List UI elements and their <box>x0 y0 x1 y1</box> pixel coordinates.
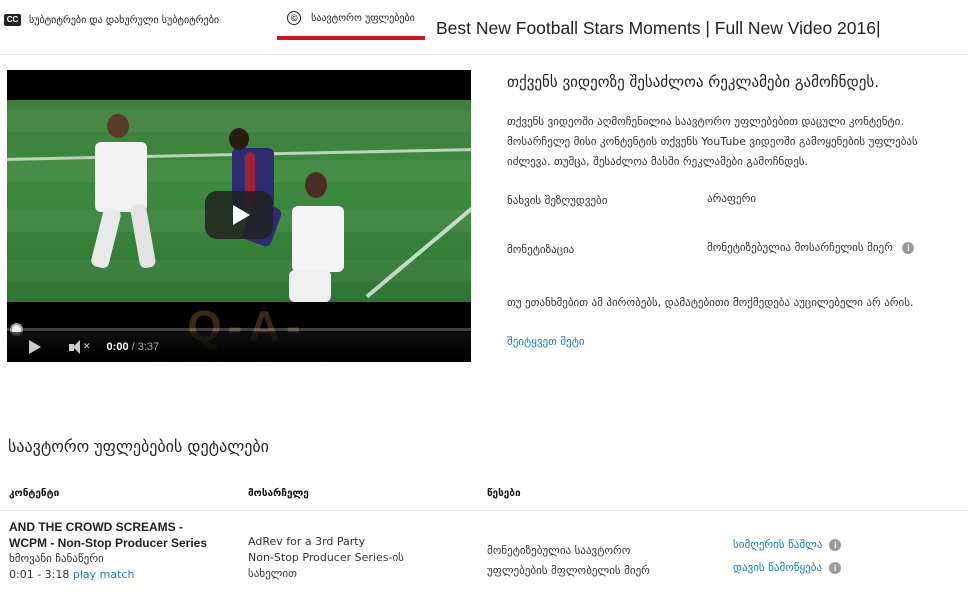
tab-subtitles[interactable]: CC სუბტიტრები და დახურული სუბტიტრები <box>4 0 219 40</box>
content-title: AND THE CROWD SCREAMS - WCPM - Non-Stop … <box>9 520 208 550</box>
restrictions-value: არაფერი <box>707 192 757 205</box>
column-header-claimant: მოსარჩელე <box>248 488 309 499</box>
table-divider <box>0 510 968 511</box>
learn-more-link[interactable]: შეიტყვეთ მეტი <box>507 335 585 348</box>
large-play-button[interactable] <box>205 191 273 239</box>
monetization-value: მონეტიზებულია მოსარჩელის მიერ <box>707 241 893 254</box>
play-match-link[interactable]: play match <box>73 568 135 581</box>
info-icon[interactable]: i <box>829 538 842 551</box>
copyright-details-heading: საავტორო უფლებების დეტალები <box>8 437 269 456</box>
claimant-on-behalf: Non-Stop Producer Series-ის სახელით <box>248 551 404 580</box>
agree-text: თუ ეთანხმებით ამ პირობებს, დამატებითი მო… <box>507 296 914 309</box>
table-row-claimant: AdRev for a 3rd Party Non-Stop Producer … <box>248 534 448 582</box>
play-icon[interactable] <box>29 340 41 354</box>
top-tab-bar: CC სუბტიტრები და დახურული სუბტიტრები © ს… <box>0 0 968 55</box>
policy-text: მონეტიზებულია საავტორო უფლებების მფლობელ… <box>487 544 650 577</box>
closed-captions-icon: CC <box>4 14 21 26</box>
tab-copyright[interactable]: © საავტორო უფლებები <box>277 0 425 40</box>
tab-subtitles-label: სუბტიტრები და დახურული სუბტიტრები <box>29 14 220 26</box>
play-icon <box>232 205 250 225</box>
tab-copyright-label: საავტორო უფლებები <box>311 12 415 24</box>
player-controls: ✕ 0:00 / 3:37 <box>7 332 471 362</box>
video-player[interactable]: Q-A-STUDIO ✕ 0:00 / 3:37 <box>7 70 471 362</box>
table-row-content: AND THE CROWD SCREAMS - WCPM - Non-Stop … <box>9 519 209 583</box>
restrictions-label: ნახვის შეზღუდვები <box>507 194 608 207</box>
content-time: 0:01 - 3:18 play match <box>9 567 209 583</box>
video-title: Best New Football Stars Moments | Full N… <box>436 18 881 38</box>
copyright-icon: © <box>287 11 302 25</box>
duration: 3:37 <box>137 341 160 353</box>
progress-bar[interactable] <box>7 328 471 331</box>
monetization-label: მონეტიზაცია <box>507 243 575 256</box>
volume-muted-icon[interactable]: ✕ <box>69 340 91 354</box>
remove-song-action[interactable]: სიმღერის წაშლა i <box>733 538 842 551</box>
column-header-policies: წესები <box>487 488 521 499</box>
ads-description: თქვენს ვიდეოში აღმოჩენილია საავტორო უფლე… <box>507 115 918 168</box>
content-type: ხმოვანი ჩანაწერი <box>9 552 104 565</box>
claimant-name: AdRev for a 3rd Party <box>248 535 366 548</box>
time-separator: / <box>128 341 138 353</box>
column-header-content: კონტენტი <box>9 488 60 499</box>
info-icon[interactable]: i <box>902 242 915 254</box>
time-range: 0:01 - 3:18 <box>9 568 70 581</box>
ads-heading: თქვენს ვიდეოზე შესაძლოა რეკლამები გამოჩნ… <box>507 73 879 91</box>
remove-song-link[interactable]: სიმღერის წაშლა <box>733 538 822 551</box>
current-time: 0:00 <box>106 341 129 353</box>
time-display: 0:00 / 3:37 <box>107 341 160 353</box>
dispute-action[interactable]: დავის წამოწყება i <box>733 561 842 574</box>
info-icon[interactable]: i <box>829 561 842 574</box>
monetization-row: მონეტიზებულია მოსარჩელის მიერ i <box>707 241 915 254</box>
dispute-link[interactable]: დავის წამოწყება <box>733 561 822 574</box>
